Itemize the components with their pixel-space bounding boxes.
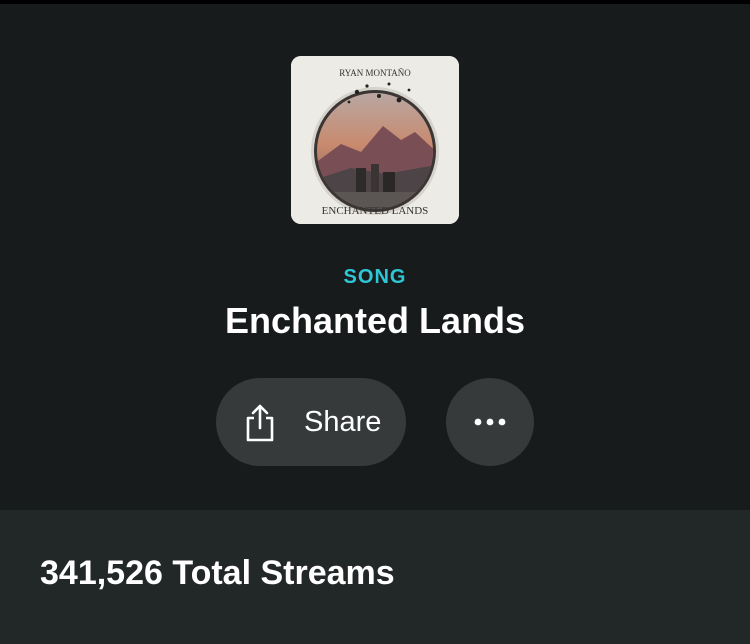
more-options-icon [474, 418, 506, 426]
total-streams: 341,526 Total Streams [40, 554, 395, 592]
cover-album-text: ENCHANTED LANDS [322, 205, 429, 217]
more-options-button[interactable] [446, 378, 534, 466]
share-button[interactable]: Share [216, 378, 406, 466]
share-icon [246, 404, 274, 442]
song-header: RYAN MONTAÑO ENCHANTED LANDS SONG Enchan… [0, 4, 750, 510]
share-label: Share [304, 406, 382, 438]
album-cover[interactable]: RYAN MONTAÑO ENCHANTED LANDS [291, 56, 459, 224]
cover-artist-text: RYAN MONTAÑO [339, 68, 411, 78]
album-cover-image: RYAN MONTAÑO ENCHANTED LANDS [291, 56, 459, 224]
item-type-label: SONG [343, 266, 407, 288]
song-title: Enchanted Lands [224, 300, 526, 341]
stats-panel: 341,526 Total Streams [0, 510, 750, 644]
